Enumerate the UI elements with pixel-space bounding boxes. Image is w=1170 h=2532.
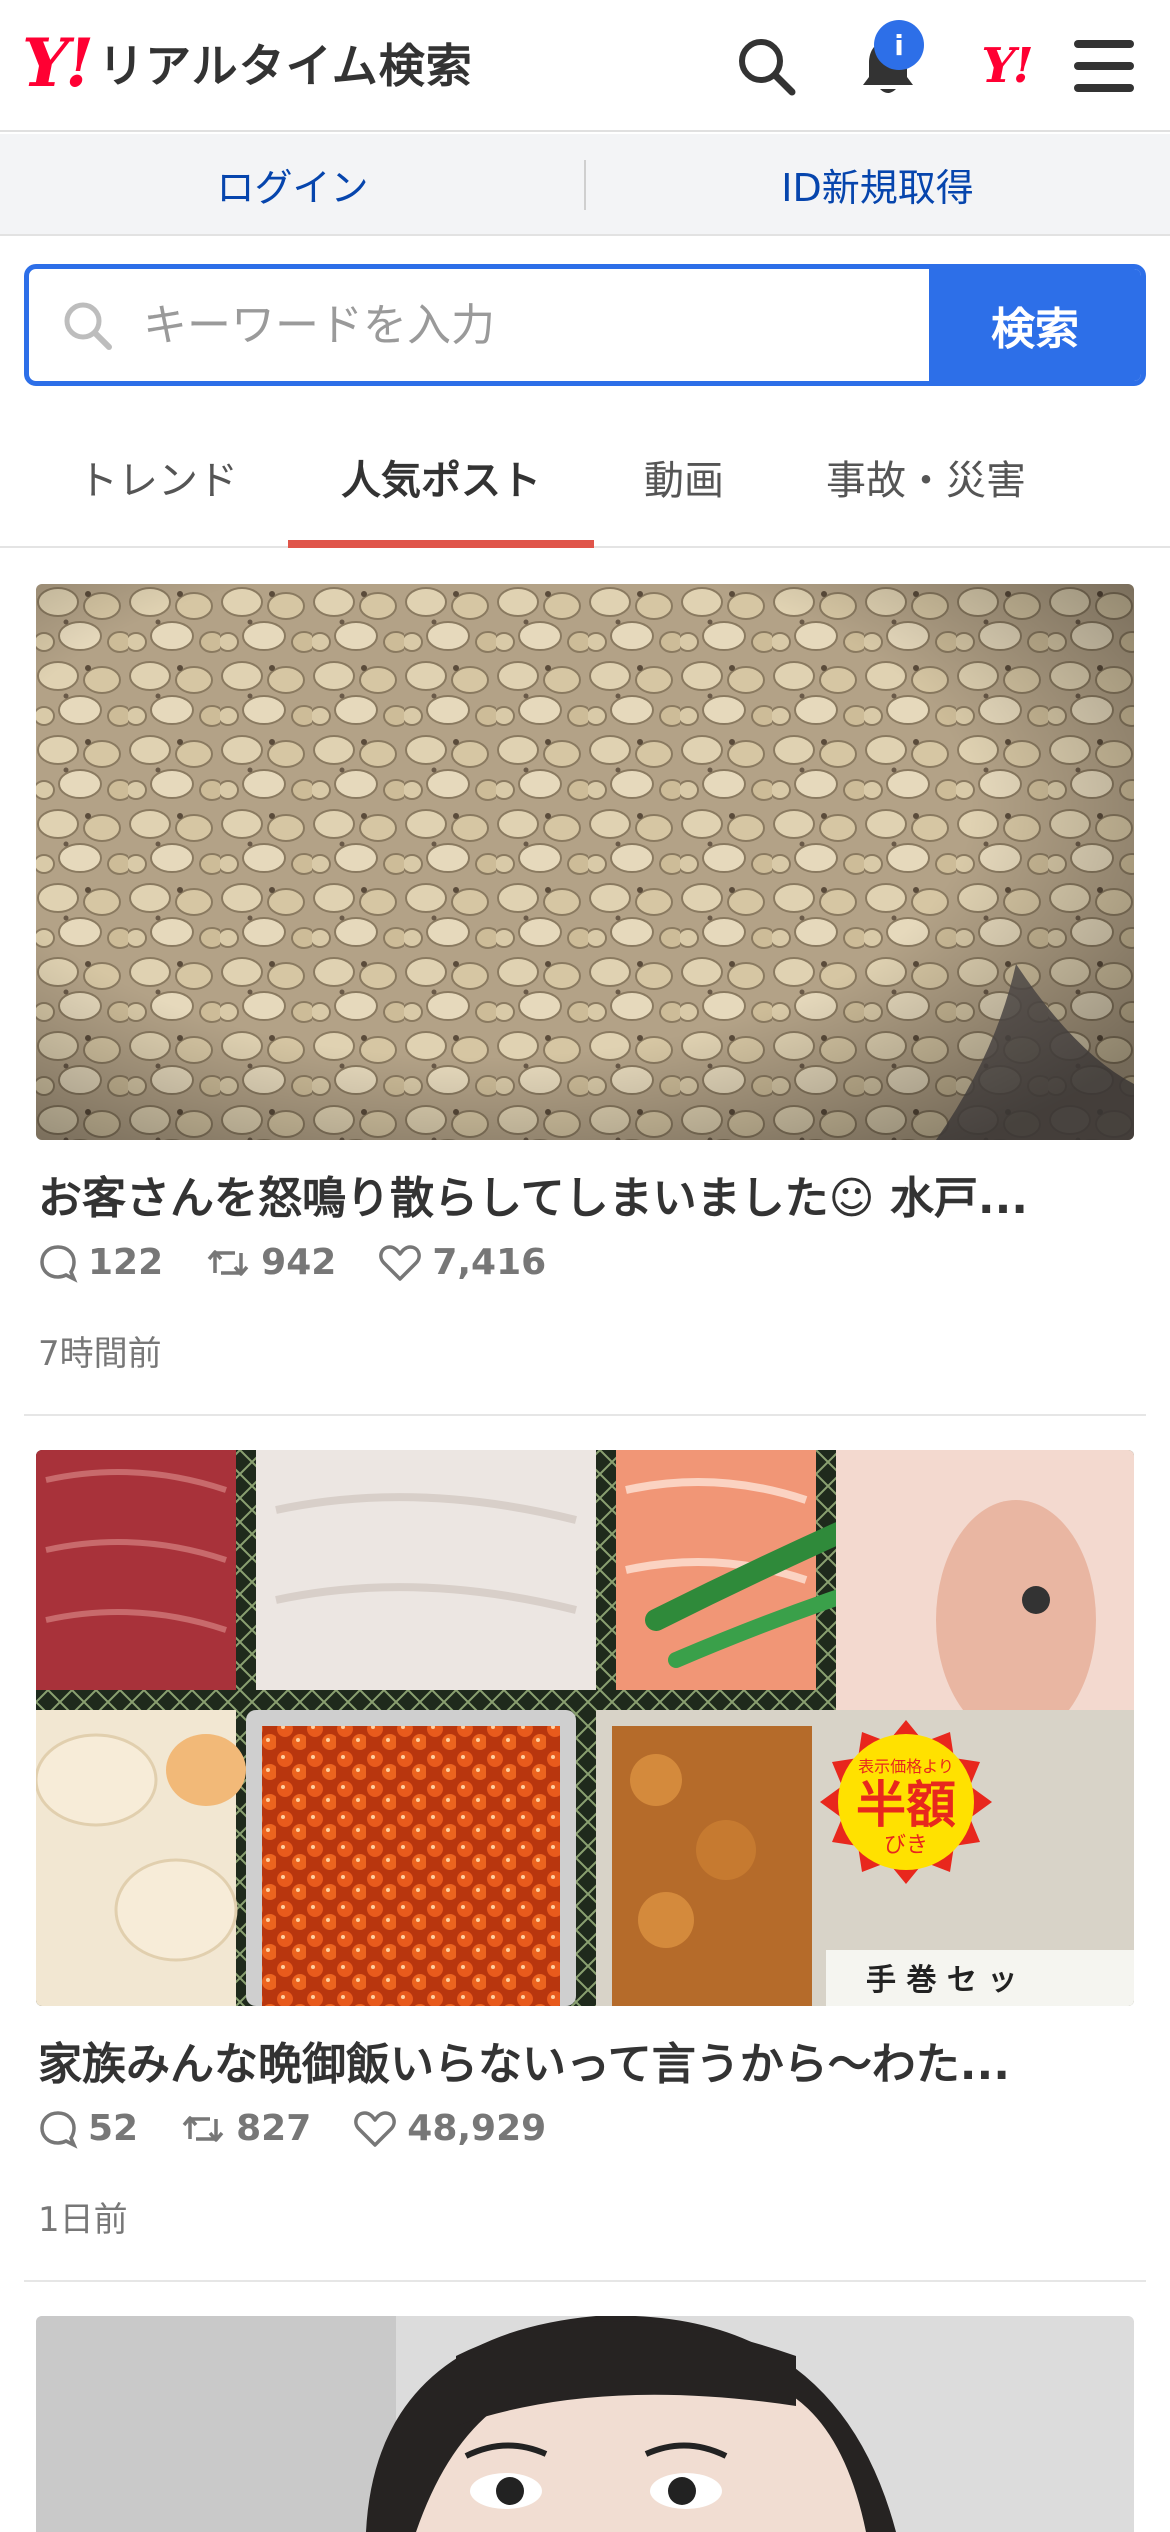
tab-accident-disaster[interactable]: 事故・災害 [786,408,1066,546]
logo-title: リアルタイム検索 [98,39,473,93]
heart-icon [354,2110,397,2147]
reply-stat[interactable]: 52 [38,2108,138,2149]
sticker-small-text: 表示価格より [858,1757,954,1776]
login-bar-divider [584,160,586,210]
sushi-label-text: 手 巻 セ ッ [866,1963,1017,1998]
like-stat[interactable]: 48,929 [353,2108,546,2149]
register-id-link[interactable]: ID新規取得 [585,157,1170,212]
login-link[interactable]: ログイン [0,157,585,212]
post-stats: 52 827 48,929 [38,2108,588,2149]
search-icon[interactable] [726,26,806,106]
like-count: 48,929 [407,2108,547,2149]
search-field-wrap [29,269,929,381]
tab-video[interactable]: 動画 [606,408,762,546]
repost-icon [182,2115,224,2142]
sticker-main-text: 半額 [856,1776,956,1834]
sticker-sub-text: びき [884,1833,928,1858]
post-title[interactable]: お客さんを怒鳴り散らしてしまいました☺︎ 水戸... [38,1162,1128,1226]
app-header: Y! リアルタイム検索 i Y! [0,0,1170,132]
search-input[interactable] [143,299,843,351]
yahoo-japan-icon[interactable]: Y! [966,26,1046,106]
post-card[interactable] [24,2316,1146,2532]
post-time: 1日前 [38,2200,128,2240]
repost-stat[interactable]: 827 [180,2108,311,2149]
tab-trend[interactable]: トレンド [40,408,276,546]
heart-icon [379,1244,422,1281]
reply-icon [40,1244,78,1283]
post-card[interactable]: お客さんを怒鳴り散らしてしまいました☺︎ 水戸... 122 942 7,416… [24,584,1146,1416]
repost-count: 827 [236,2108,312,2149]
like-count: 7,416 [432,1242,547,1283]
repost-count: 942 [261,1242,337,1283]
repost-icon [207,1249,249,1276]
notification-bell-icon[interactable]: i [848,20,928,106]
search-bar: 検索 [24,264,1146,386]
reply-icon [40,2110,78,2149]
post-time: 7時間前 [38,1334,162,1374]
post-title[interactable]: 家族みんな晩御飯いらないって言うから〜わた... [38,2028,1128,2092]
yahoo-japan-mark: Y! [981,38,1033,94]
search-field-icon [64,302,112,350]
post-image[interactable] [36,584,1134,1140]
post-card[interactable]: 手 巻 セ ッ 表示価格より 半額 びき 家族みんな晩御飯いらないって言うから〜… [24,1450,1146,2282]
notification-badge: i [874,20,924,70]
like-stat[interactable]: 7,416 [378,1242,546,1283]
post-image[interactable] [36,2316,1134,2532]
reply-count: 122 [88,1242,164,1283]
reply-stat[interactable]: 122 [38,1242,163,1283]
category-tabs: トレンド 人気ポスト 動画 事故・災害 [0,408,1170,548]
yahoo-realtime-logo[interactable]: Y! リアルタイム検索 [22,28,473,98]
search-button[interactable]: 検索 [929,269,1141,381]
reply-count: 52 [88,2108,139,2149]
tab-popular-posts[interactable]: 人気ポスト [288,408,594,548]
yahoo-logo-mark: Y! [22,24,94,102]
post-stats: 122 942 7,416 [38,1242,588,1283]
repost-stat[interactable]: 942 [205,1242,336,1283]
login-bar: ログイン ID新規取得 [0,134,1170,236]
post-image[interactable]: 手 巻 セ ッ 表示価格より 半額 びき [36,1450,1134,2006]
menu-icon[interactable] [1064,26,1144,106]
